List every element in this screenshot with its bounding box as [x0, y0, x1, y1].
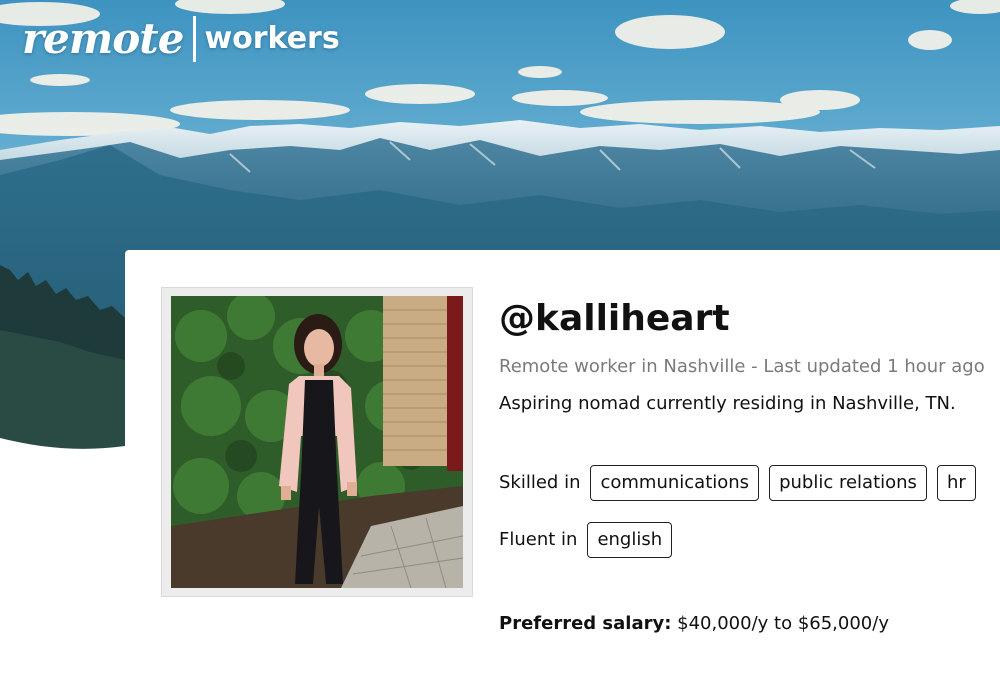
logo-divider: [193, 16, 197, 62]
salary-label: Preferred salary:: [499, 613, 672, 634]
languages-label: Fluent in: [499, 529, 578, 551]
preferred-salary: Preferred salary: $40,000/y to $65,000/y: [499, 613, 889, 634]
skill-tag[interactable]: communications: [590, 465, 760, 501]
languages-row: Fluent in english: [499, 522, 673, 558]
skills-row: Skilled in communications public relatio…: [499, 465, 976, 501]
logo-script-text: remote: [22, 14, 184, 63]
profile-photo-image: [171, 296, 463, 588]
profile-meta: Remote worker in Nashville - Last update…: [499, 356, 985, 377]
username: @kalliheart: [499, 298, 730, 339]
logo-word-text: workers: [204, 21, 340, 56]
profile-photo: [161, 287, 473, 597]
skill-tag[interactable]: hr: [936, 465, 976, 501]
language-tag[interactable]: english: [587, 522, 673, 558]
salary-value: $40,000/y to $65,000/y: [677, 613, 889, 634]
skill-tag[interactable]: public relations: [769, 465, 927, 501]
profile-bio: Aspiring nomad currently residing in Nas…: [499, 393, 956, 414]
skills-label: Skilled in: [499, 472, 581, 494]
site-logo[interactable]: remote workers: [22, 16, 340, 62]
